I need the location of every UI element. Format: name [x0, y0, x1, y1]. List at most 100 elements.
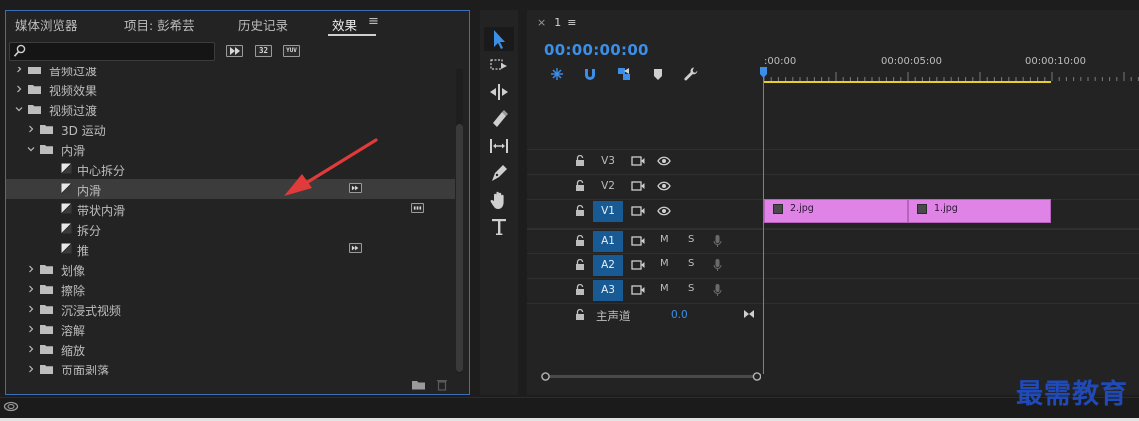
chevron-down-icon[interactable]	[15, 105, 23, 113]
new-bin-icon[interactable]	[411, 379, 426, 390]
close-icon[interactable]: ×	[537, 16, 546, 29]
hand-tool[interactable]	[484, 188, 514, 212]
creative-cloud-icon[interactable]	[3, 401, 19, 412]
sync-lock-film-icon[interactable]	[631, 235, 645, 247]
sync-lock-film-icon[interactable]	[631, 180, 645, 192]
effects-folder-row[interactable]: 音频过渡	[6, 67, 455, 79]
timeline-clip[interactable]: 1.jpg	[908, 199, 1051, 223]
timeline-clip[interactable]: 2.jpg	[764, 199, 908, 223]
mute-track-button[interactable]: M	[660, 234, 669, 245]
tree-scrollbar-thumb[interactable]	[456, 124, 463, 372]
track-lock-icon[interactable]	[575, 259, 585, 271]
chevron-right-icon[interactable]	[27, 305, 35, 313]
time-ruler[interactable]: :00:00 00:00:05:00 00:00:10:00	[764, 50, 1139, 85]
chevron-right-icon[interactable]	[27, 265, 35, 273]
audio-track-row[interactable]: A2 M S	[527, 253, 1139, 277]
add-marker-icon[interactable]	[650, 66, 666, 82]
chevron-right-icon[interactable]	[15, 67, 23, 73]
eye-icon[interactable]	[657, 206, 671, 216]
effects-folder-row[interactable]: 溶解	[6, 319, 455, 339]
accelerated-effects-filter-icon[interactable]	[226, 45, 243, 57]
panel-menu-icon[interactable]: ≡	[368, 14, 379, 29]
type-tool[interactable]	[484, 215, 514, 239]
effects-folder-row[interactable]: 视频过渡	[6, 99, 455, 119]
effects-folder-row[interactable]: 擦除	[6, 279, 455, 299]
audio-track-row[interactable]: A1 M S	[527, 228, 1139, 252]
mute-track-button[interactable]: M	[660, 283, 669, 294]
32bit-color-filter-icon[interactable]: 32	[255, 45, 272, 57]
effects-folder-row[interactable]: 划像	[6, 259, 455, 279]
track-lock-icon[interactable]	[575, 235, 585, 247]
master-volume-value[interactable]: 0.0	[671, 309, 688, 321]
mute-track-button[interactable]: M	[660, 258, 669, 269]
timeline-horizontal-scrollbar[interactable]	[541, 372, 761, 381]
sync-lock-film-icon[interactable]	[631, 259, 645, 271]
solo-track-button[interactable]: S	[688, 234, 694, 245]
track-target-toggle[interactable]: A1	[593, 231, 623, 252]
video-track-row[interactable]: V3	[527, 149, 1139, 173]
search-input[interactable]	[29, 44, 211, 59]
chevron-down-icon[interactable]	[27, 145, 35, 153]
track-select-tool[interactable]	[484, 54, 514, 78]
effects-folder-row[interactable]: 视频效果	[6, 79, 455, 99]
eye-icon[interactable]	[657, 156, 671, 166]
sync-lock-film-icon[interactable]	[631, 284, 645, 296]
ripple-edit-tool[interactable]	[484, 80, 514, 104]
chevron-right-icon[interactable]	[27, 365, 35, 373]
effect-preset-row[interactable]: 拆分	[6, 219, 455, 239]
nest-sequence-icon[interactable]	[549, 66, 565, 82]
track-lock-icon[interactable]	[575, 205, 585, 217]
video-track-row[interactable]: V2	[527, 174, 1139, 198]
track-target-toggle[interactable]: A3	[593, 280, 623, 301]
microphone-icon[interactable]	[713, 283, 722, 297]
track-target-toggle[interactable]: V2	[593, 176, 623, 197]
effects-folder-row[interactable]: 内滑	[6, 139, 455, 159]
snap-magnet-icon[interactable]	[582, 66, 598, 82]
tab-project[interactable]: 项目: 彭希芸	[124, 15, 195, 34]
sync-lock-film-icon[interactable]	[631, 155, 645, 167]
track-target-toggle[interactable]: V1	[593, 201, 623, 222]
microphone-icon[interactable]	[713, 258, 722, 272]
effect-preset-row[interactable]: 中心拆分	[6, 159, 455, 179]
effects-folder-row[interactable]: 页面剥落	[6, 359, 455, 375]
playhead-handle-icon[interactable]	[760, 67, 767, 78]
track-lock-icon[interactable]	[575, 180, 585, 192]
effect-preset-row[interactable]: 推	[6, 239, 455, 259]
razor-tool[interactable]	[484, 107, 514, 131]
go-to-bounds-icon[interactable]	[743, 309, 755, 319]
sequence-menu-icon[interactable]: ≡	[567, 16, 576, 29]
delete-icon[interactable]	[436, 378, 448, 391]
effect-preset-row[interactable]: 内滑	[6, 179, 455, 199]
pen-tool[interactable]	[484, 161, 514, 185]
master-track-row[interactable]: 主声道 0.0	[527, 303, 1139, 327]
effects-folder-row[interactable]: 3D 运动	[6, 119, 455, 139]
track-target-toggle[interactable]: A2	[593, 255, 623, 276]
chevron-right-icon[interactable]	[27, 125, 35, 133]
yuv-filter-icon[interactable]: YUV	[283, 45, 300, 57]
playhead-timecode[interactable]: 00:00:00:00	[544, 41, 649, 59]
chevron-right-icon[interactable]	[27, 325, 35, 333]
slip-tool[interactable]	[484, 134, 514, 158]
sync-lock-film-icon[interactable]	[631, 205, 645, 217]
tab-media-browser[interactable]: 媒体浏览器	[15, 15, 78, 34]
tab-effects[interactable]: 效果	[332, 15, 357, 34]
chevron-right-icon[interactable]	[15, 85, 23, 93]
sequence-tab[interactable]: × 1 ≡	[537, 16, 576, 29]
settings-wrench-icon[interactable]	[683, 66, 699, 82]
track-lock-icon[interactable]	[575, 155, 585, 167]
effects-folder-row[interactable]: 沉浸式视频	[6, 299, 455, 319]
search-box[interactable]	[9, 42, 215, 61]
chevron-right-icon[interactable]	[27, 345, 35, 353]
solo-track-button[interactable]: S	[688, 283, 694, 294]
microphone-icon[interactable]	[713, 234, 722, 248]
track-lock-icon[interactable]	[575, 309, 585, 321]
selection-tool[interactable]	[484, 27, 514, 51]
effects-folder-row[interactable]: 缩放	[6, 339, 455, 359]
solo-track-button[interactable]: S	[688, 258, 694, 269]
track-target-toggle[interactable]: V3	[593, 151, 623, 172]
audio-track-row[interactable]: A3 M S	[527, 278, 1139, 302]
track-lock-icon[interactable]	[575, 284, 585, 296]
tab-history[interactable]: 历史记录	[238, 15, 288, 34]
linked-selection-icon[interactable]	[616, 66, 632, 82]
work-area-bar[interactable]	[764, 81, 1051, 83]
